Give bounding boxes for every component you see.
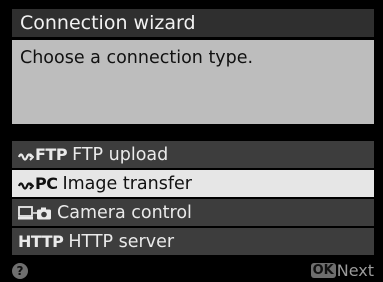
menu-item-label: Camera control: [57, 202, 192, 223]
wifi-ftp-icon: FTP: [18, 145, 68, 164]
menu-item-tag: HTTP: [18, 232, 64, 251]
menu-item-http-server[interactable]: HTTP HTTP server: [12, 228, 374, 255]
menu-item-label: HTTP server: [68, 231, 175, 252]
http-icon: HTTP: [18, 232, 64, 251]
next-label: Next: [336, 261, 374, 280]
help-icon[interactable]: ?: [12, 262, 28, 279]
menu-item-camera-control[interactable]: Camera control: [12, 199, 374, 226]
menu-item-tag: PC: [35, 174, 58, 193]
menu-item-tag: FTP: [35, 145, 68, 164]
bottom-hint-bar: ? OK Next: [12, 259, 374, 282]
wireless-wave-icon: [18, 181, 34, 190]
connection-type-menu: FTP FTP upload PC Image transfer Camera …: [12, 141, 374, 257]
menu-item-label: FTP upload: [72, 144, 169, 165]
wireless-wave-icon: [18, 152, 34, 161]
wifi-pc-icon: PC: [18, 174, 58, 193]
menu-item-ftp-upload[interactable]: FTP FTP upload: [12, 141, 374, 168]
camera-menu-screen: Connection wizard Choose a connection ty…: [0, 0, 383, 282]
computer-camera-glyph: [18, 205, 51, 219]
ok-button-icon: OK: [310, 263, 336, 278]
next-hint: OK Next: [310, 261, 374, 280]
prompt-text: Choose a connection type.: [12, 40, 374, 124]
computer-camera-icon: [18, 205, 52, 220]
screen-title: Connection wizard: [12, 9, 374, 37]
menu-item-label: Image transfer: [62, 173, 192, 194]
menu-item-image-transfer[interactable]: PC Image transfer: [12, 170, 374, 197]
